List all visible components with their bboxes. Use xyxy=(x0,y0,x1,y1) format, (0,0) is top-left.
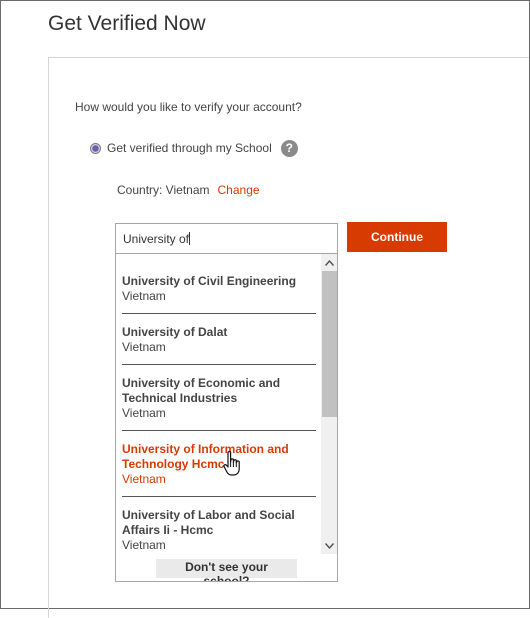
scroll-up-arrow-icon[interactable] xyxy=(321,254,337,271)
school-country: Vietnam xyxy=(122,538,166,552)
list-item[interactable]: University of Civil Engineering Vietnam xyxy=(122,274,315,304)
school-name: University of Civil Engineering xyxy=(122,274,297,288)
list-divider xyxy=(122,430,316,431)
school-search-input[interactable] xyxy=(115,223,338,254)
school-name: University of Information and Technology… xyxy=(122,442,289,471)
hand-pointer-cursor-icon xyxy=(223,451,240,476)
school-country: Vietnam xyxy=(122,406,166,420)
list-item[interactable]: University of Economic and Technical Ind… xyxy=(122,376,315,421)
dont-see-school-button[interactable]: Don't see your school? xyxy=(156,559,297,581)
scroll-down-arrow-icon[interactable] xyxy=(321,537,337,554)
school-name: University of Dalat xyxy=(122,325,228,339)
school-country: Vietnam xyxy=(122,289,166,303)
continue-button[interactable]: Continue xyxy=(347,222,447,252)
change-country-link[interactable]: Change xyxy=(218,183,260,197)
school-option-row[interactable]: Get verified through my School ? xyxy=(90,138,298,158)
list-divider xyxy=(122,364,316,365)
school-name: University of Labor and Social Affairs I… xyxy=(122,508,295,537)
text-caret xyxy=(189,232,190,245)
page-title: Get Verified Now xyxy=(48,12,206,35)
school-country: Vietnam xyxy=(122,340,166,354)
school-country: Vietnam xyxy=(122,472,166,486)
list-item[interactable]: University of Dalat Vietnam xyxy=(122,325,315,355)
school-option-label[interactable]: Get verified through my School xyxy=(107,141,272,155)
school-dropdown-list[interactable]: University of Civil Engineering Vietnam … xyxy=(115,254,338,582)
country-row: Country: Vietnam Change xyxy=(117,183,260,197)
verify-question: How would you like to verify your accoun… xyxy=(75,100,302,114)
list-divider xyxy=(122,313,316,314)
list-scrollbar[interactable] xyxy=(321,254,337,554)
list-item[interactable]: University of Labor and Social Affairs I… xyxy=(122,508,315,553)
school-name: University of Economic and Technical Ind… xyxy=(122,376,281,405)
list-divider xyxy=(122,496,316,497)
country-text: Country: Vietnam xyxy=(117,183,210,197)
school-radio[interactable] xyxy=(90,142,101,154)
list-item-highlighted[interactable]: University of Information and Technology… xyxy=(122,442,315,487)
scroll-thumb[interactable] xyxy=(322,271,337,417)
help-icon[interactable]: ? xyxy=(280,139,298,157)
